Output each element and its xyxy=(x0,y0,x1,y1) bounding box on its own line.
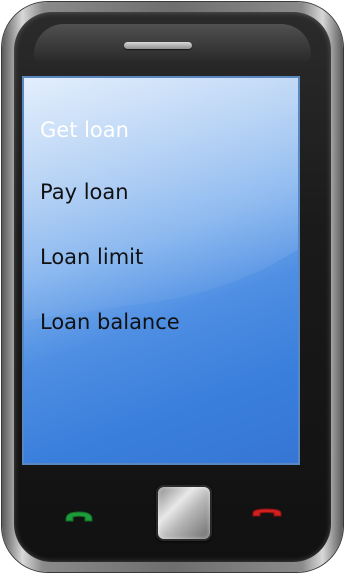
menu-item-get-loan[interactable]: Get loan xyxy=(40,118,129,142)
phone-end-icon[interactable] xyxy=(251,506,283,520)
home-button[interactable] xyxy=(156,485,212,541)
menu-item-loan-balance[interactable]: Loan balance xyxy=(40,310,180,334)
phone-call-icon[interactable] xyxy=(64,508,94,522)
speaker-grille xyxy=(124,42,192,49)
menu-item-pay-loan[interactable]: Pay loan xyxy=(40,180,129,204)
menu-item-loan-limit[interactable]: Loan limit xyxy=(40,245,143,269)
